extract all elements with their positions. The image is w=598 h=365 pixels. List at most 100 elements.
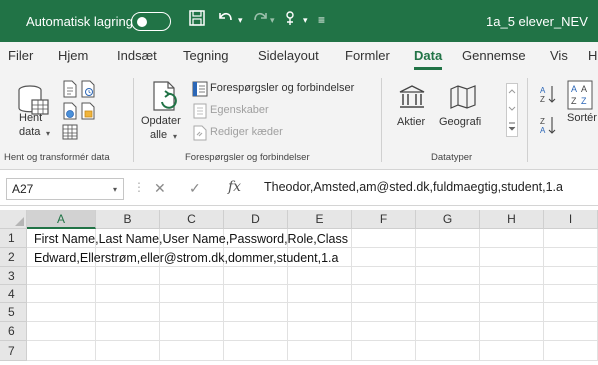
grid-cell[interactable] bbox=[416, 303, 480, 322]
grid-cell[interactable] bbox=[160, 341, 224, 361]
grid-cell[interactable] bbox=[160, 285, 224, 303]
grid-cell[interactable] bbox=[96, 285, 160, 303]
tab-review[interactable]: Gennemse bbox=[462, 48, 526, 63]
stocks-icon[interactable] bbox=[398, 84, 426, 113]
grid-cell[interactable] bbox=[96, 322, 160, 341]
formula-bar-grip-icon[interactable]: ⋮ bbox=[133, 180, 145, 194]
sort-a-z-icon[interactable]: AZ bbox=[540, 84, 556, 107]
column-header-c[interactable]: C bbox=[160, 210, 224, 229]
grid-cell[interactable] bbox=[416, 285, 480, 303]
tab-file[interactable]: Filer bbox=[8, 48, 33, 63]
column-header-e[interactable]: E bbox=[288, 210, 352, 229]
grid-cell[interactable] bbox=[480, 229, 544, 248]
cell-a2[interactable]: Edward,Ellerstrøm,eller@strom.dk,dommer,… bbox=[34, 251, 338, 265]
touch-mode-icon[interactable] bbox=[282, 9, 300, 34]
undo-icon[interactable] bbox=[216, 9, 236, 34]
grid-cell[interactable] bbox=[416, 341, 480, 361]
column-header-g[interactable]: G bbox=[416, 210, 480, 229]
grid-cell[interactable] bbox=[27, 341, 96, 361]
edit-links-icon[interactable] bbox=[192, 125, 208, 144]
row-header-4[interactable]: 4 bbox=[0, 285, 27, 303]
grid-cell[interactable] bbox=[544, 285, 598, 303]
grid-cell[interactable] bbox=[352, 341, 416, 361]
grid-cell[interactable] bbox=[544, 322, 598, 341]
geography-button[interactable]: Geografi bbox=[439, 116, 481, 128]
grid-cell[interactable] bbox=[224, 341, 288, 361]
grid-cell[interactable] bbox=[544, 341, 598, 361]
grid-cell[interactable] bbox=[544, 248, 598, 267]
grid-cell[interactable] bbox=[544, 229, 598, 248]
grid-cell[interactable] bbox=[480, 322, 544, 341]
formula-input[interactable]: Theodor,Amsted,am@sted.dk,fuldmaegtig,st… bbox=[264, 180, 563, 194]
grid-cell[interactable] bbox=[480, 303, 544, 322]
grid-cell[interactable] bbox=[96, 303, 160, 322]
tab-help[interactable]: H bbox=[588, 48, 597, 63]
grid-cell[interactable] bbox=[352, 303, 416, 322]
grid-cell[interactable] bbox=[352, 229, 416, 248]
sort-z-a-icon[interactable]: ZA bbox=[540, 115, 556, 138]
grid-cell[interactable] bbox=[224, 267, 288, 285]
grid-cell[interactable] bbox=[416, 229, 480, 248]
name-box[interactable]: A27 ▾ bbox=[6, 178, 124, 200]
properties-icon[interactable] bbox=[192, 103, 208, 122]
datatype-gallery-scroll[interactable] bbox=[506, 83, 518, 140]
from-text-csv-icon[interactable] bbox=[62, 80, 78, 101]
column-header-d[interactable]: D bbox=[224, 210, 288, 229]
grid-cell[interactable] bbox=[352, 285, 416, 303]
stocks-button[interactable]: Aktier bbox=[397, 116, 425, 128]
refresh-all-dropdown-icon[interactable]: ▾ bbox=[173, 132, 177, 141]
row-header-6[interactable]: 6 bbox=[0, 322, 27, 341]
grid-cell[interactable] bbox=[416, 267, 480, 285]
column-header-a[interactable]: A bbox=[27, 210, 96, 229]
grid-cell[interactable] bbox=[224, 303, 288, 322]
tab-draw[interactable]: Tegning bbox=[183, 48, 229, 63]
grid-cell[interactable] bbox=[288, 285, 352, 303]
customize-qat-icon[interactable]: ≡ bbox=[318, 9, 325, 31]
grid-cell[interactable] bbox=[27, 267, 96, 285]
grid-cell[interactable] bbox=[160, 303, 224, 322]
grid-cell[interactable] bbox=[480, 341, 544, 361]
queries-connections-icon[interactable] bbox=[192, 81, 208, 100]
cell-a1[interactable]: First Name,Last Name,User Name,Password,… bbox=[34, 232, 348, 246]
queries-connections-button[interactable]: Forespørgsler og forbindelser bbox=[210, 82, 354, 94]
grid-cell[interactable] bbox=[160, 322, 224, 341]
grid-cell[interactable] bbox=[288, 303, 352, 322]
tab-insert[interactable]: Indsæt bbox=[117, 48, 157, 63]
tab-page-layout[interactable]: Sidelayout bbox=[258, 48, 319, 63]
name-box-dropdown-icon[interactable]: ▾ bbox=[113, 185, 117, 194]
enter-icon[interactable]: ✓ bbox=[189, 180, 201, 197]
insert-function-icon[interactable]: fx bbox=[228, 179, 241, 195]
sort-icon[interactable]: AAZZ bbox=[567, 80, 593, 113]
row-header-7[interactable]: 7 bbox=[0, 341, 27, 361]
redo-icon[interactable] bbox=[250, 9, 270, 34]
grid-cell[interactable] bbox=[27, 303, 96, 322]
row-header-2[interactable]: 2 bbox=[0, 248, 27, 267]
grid-cell[interactable] bbox=[544, 267, 598, 285]
cancel-icon[interactable]: ✕ bbox=[154, 180, 166, 197]
grid-cell[interactable] bbox=[224, 322, 288, 341]
grid-cell[interactable] bbox=[352, 322, 416, 341]
tab-home[interactable]: Hjem bbox=[58, 48, 88, 63]
grid-cell[interactable] bbox=[480, 285, 544, 303]
from-table-range-icon[interactable] bbox=[62, 124, 78, 143]
grid-cell[interactable] bbox=[352, 267, 416, 285]
grid-cell[interactable] bbox=[480, 248, 544, 267]
tab-data[interactable]: Data bbox=[414, 48, 443, 70]
column-header-i[interactable]: I bbox=[544, 210, 598, 229]
grid-cell[interactable] bbox=[416, 322, 480, 341]
grid-cell[interactable] bbox=[544, 303, 598, 322]
undo-dropdown-icon[interactable]: ▾ bbox=[238, 9, 243, 31]
properties-button[interactable]: Egenskaber bbox=[210, 104, 269, 116]
from-web-icon[interactable] bbox=[62, 102, 78, 123]
edit-links-button[interactable]: Rediger kæder bbox=[210, 126, 283, 138]
column-header-h[interactable]: H bbox=[480, 210, 544, 229]
grid-cell[interactable] bbox=[288, 267, 352, 285]
row-header-1[interactable]: 1 bbox=[0, 229, 27, 248]
grid-cell[interactable] bbox=[160, 267, 224, 285]
grid-cell[interactable] bbox=[96, 267, 160, 285]
column-header-b[interactable]: B bbox=[96, 210, 160, 229]
sort-button[interactable]: Sortér bbox=[567, 112, 597, 124]
grid-cell[interactable] bbox=[288, 322, 352, 341]
refresh-all-button[interactable] bbox=[150, 80, 182, 117]
get-data-dropdown-icon[interactable]: ▾ bbox=[46, 129, 50, 138]
